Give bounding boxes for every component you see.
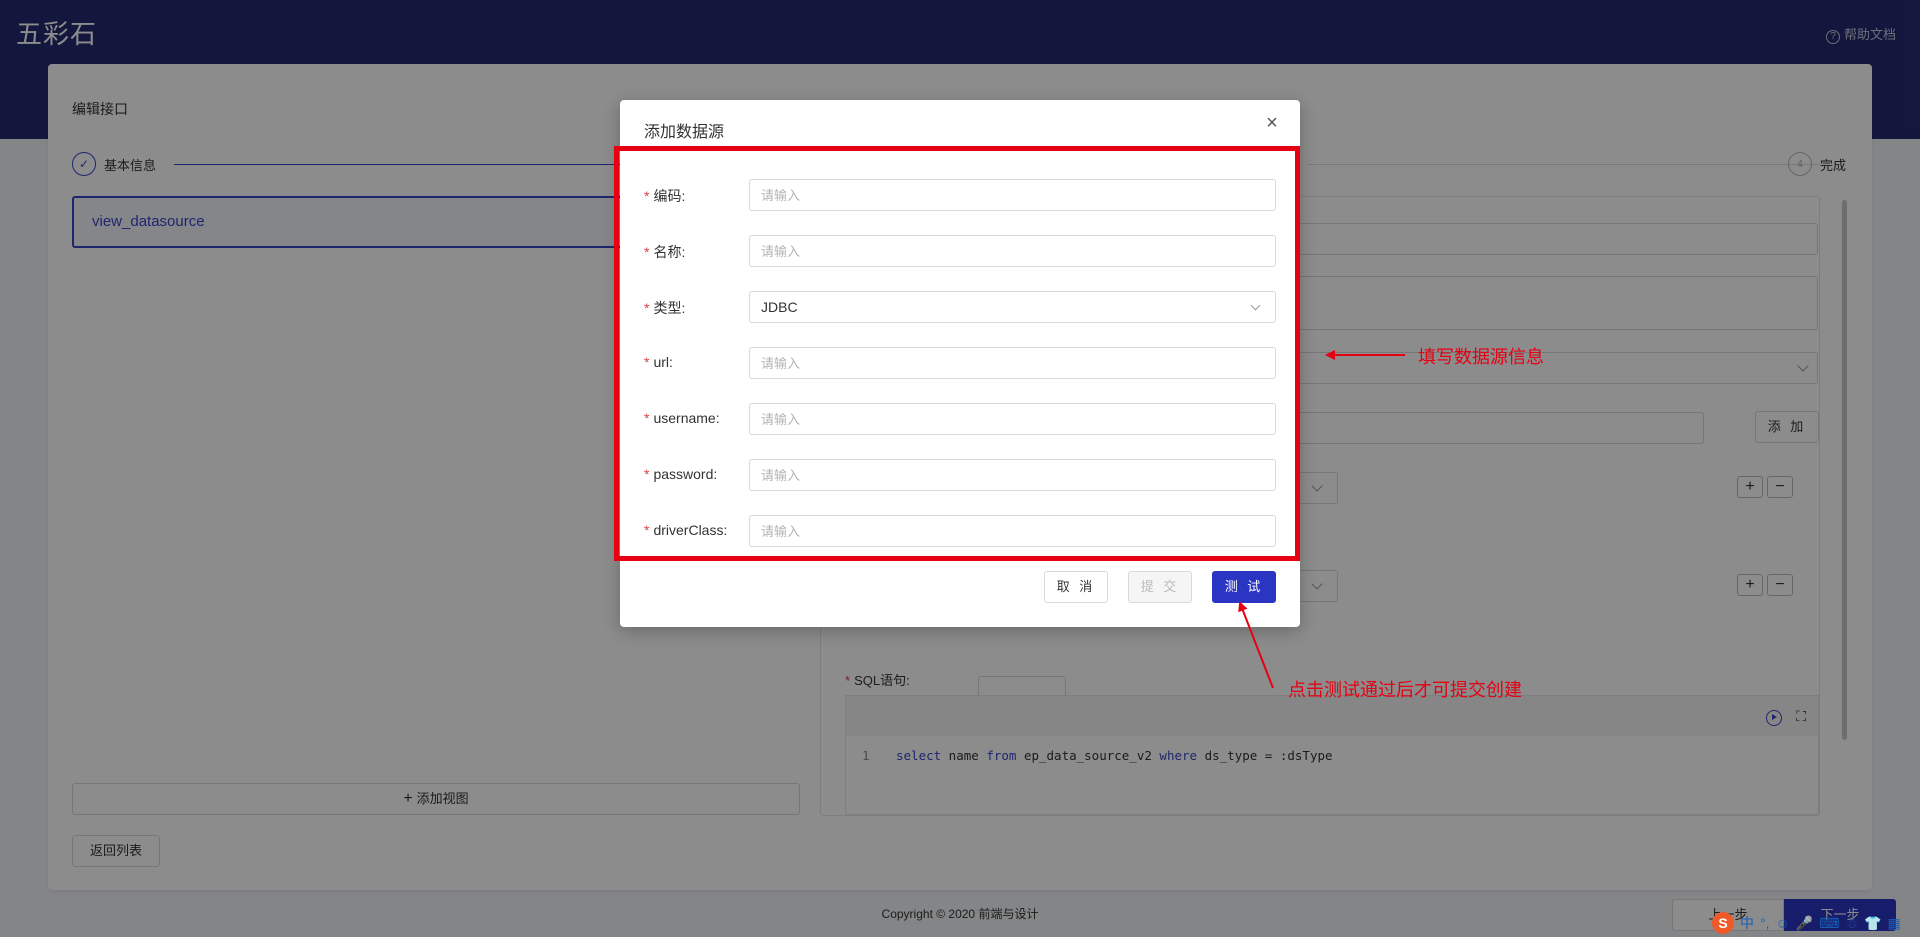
- punctuation-icon[interactable]: °,: [1760, 915, 1770, 931]
- annotation-fill-info: 填写数据源信息: [1418, 347, 1544, 367]
- emoji-icon[interactable]: ☺: [1776, 915, 1790, 931]
- test-button[interactable]: 测 试: [1212, 571, 1276, 603]
- submit-button[interactable]: 提 交: [1128, 571, 1192, 603]
- keyboard-icon[interactable]: ⌨: [1819, 915, 1839, 932]
- ime-toolbar[interactable]: S 中 °, ☺ 🎤 ⌨ ☃ 👕 ▦: [1712, 911, 1901, 935]
- highlight-box: [614, 146, 1300, 561]
- user-icon[interactable]: ☃: [1845, 915, 1858, 932]
- skin-icon[interactable]: 👕: [1864, 915, 1881, 932]
- grid-menu-icon[interactable]: ▦: [1887, 915, 1900, 932]
- microphone-icon[interactable]: 🎤: [1796, 915, 1813, 932]
- sogou-logo-icon: S: [1712, 912, 1734, 934]
- annotation-test-hint: 点击测试通过后才可提交创建: [1288, 680, 1522, 700]
- cancel-button[interactable]: 取 消: [1044, 571, 1108, 603]
- add-datasource-dialog: 添加数据源 × *编码: *名称: *类型: JDBC *url: *usern…: [614, 100, 1300, 627]
- dialog-title: 添加数据源: [644, 124, 725, 141]
- close-icon[interactable]: ×: [1262, 113, 1282, 134]
- ime-mode-label[interactable]: 中: [1740, 913, 1754, 933]
